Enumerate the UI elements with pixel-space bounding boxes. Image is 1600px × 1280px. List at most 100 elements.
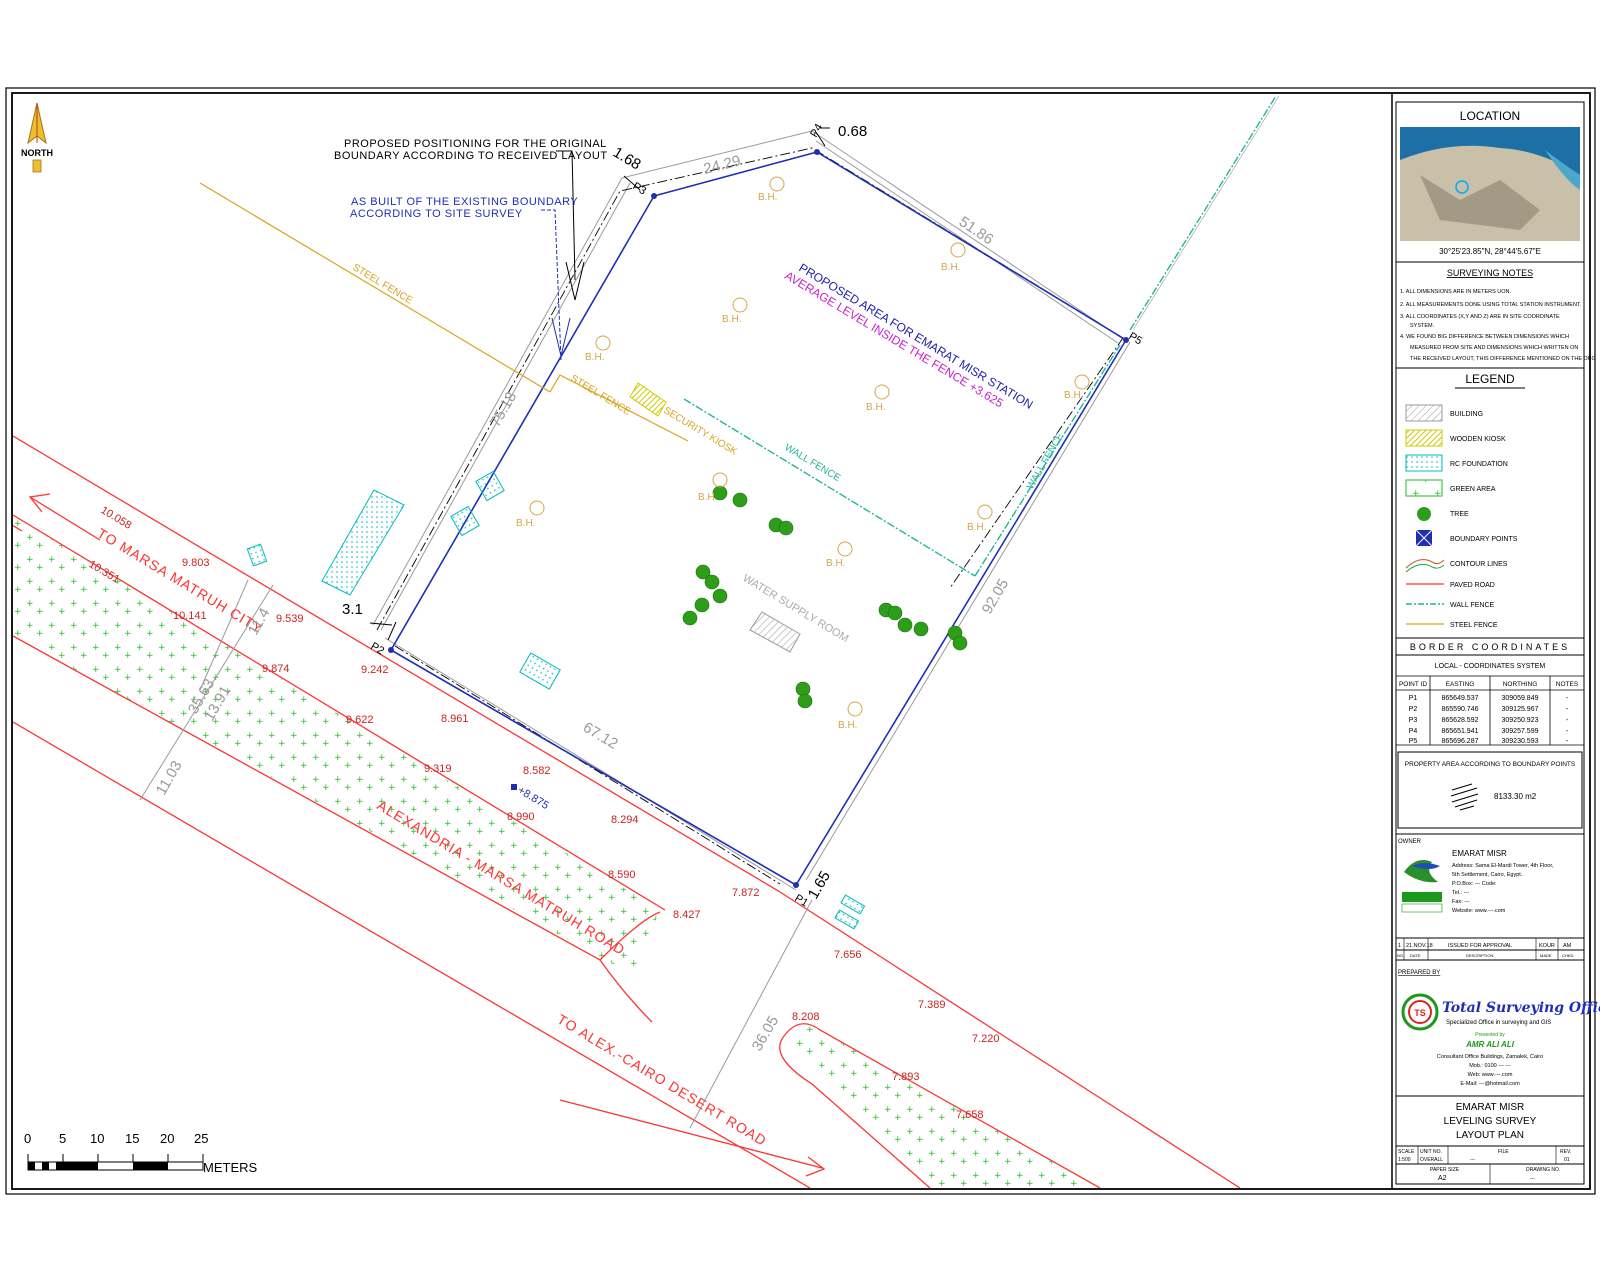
legend-green-swatch (1405, 479, 1443, 497)
meta-value: --- (1470, 1157, 1475, 1163)
dim-67-12: 67.12 (580, 719, 621, 753)
engineer-prefix: Presented by (1475, 1032, 1505, 1038)
scale-tick-label: 0 (24, 1131, 31, 1146)
security-kiosk-label: SECURITY KIOSK (661, 405, 739, 458)
revision-header: CHKD (1562, 953, 1573, 958)
meta-header: UNIT NO. (1420, 1149, 1442, 1155)
wall-fence (683, 95, 1277, 577)
dim-11-03: 11.03 (153, 758, 186, 798)
meta-header: SCALE (1398, 1149, 1415, 1155)
border-cell: 309125.967 (1502, 706, 1539, 713)
north-arrow-icon (27, 102, 47, 173)
north-label: NORTH (21, 148, 53, 158)
bh-label: B.H. (866, 402, 885, 413)
revision-cell: 1 (1398, 943, 1401, 949)
owner-line: 5th Settlement, Cairo, Egypt. (1452, 872, 1523, 878)
owner-line: Address: Sama El-Mardi Tower, 4th Floor, (1452, 863, 1554, 869)
level-value: 8.294 (611, 814, 639, 826)
revision-header: MADE (1540, 953, 1552, 958)
note-line: MEASURED FROM SITE AND DIMENSIONS WHICH … (1410, 345, 1578, 351)
company-line: Web: www.---.com (1468, 1072, 1513, 1078)
surveying-notes-title: SURVEYING NOTES (1447, 268, 1533, 278)
dim-11-4: 11.4 (245, 605, 274, 638)
proposed-area-label: PROPOSED AREA FOR EMARAT MISR STATION (796, 261, 1035, 412)
bh-label: B.H. (1064, 390, 1083, 401)
company-line: Consultant Office Buildings, Zamalek, Ca… (1437, 1054, 1543, 1060)
level-value: 8.990 (507, 811, 535, 823)
legend-label: BUILDING (1450, 411, 1483, 418)
level-value: 7.220 (972, 1033, 1000, 1045)
dim-1-68: 1.68 (610, 144, 644, 174)
note-line: SYSTEM. (1410, 323, 1435, 329)
legend-title: LEGEND (1465, 372, 1515, 386)
bh-label: B.H. (941, 262, 960, 273)
point-label-p5: P5 (1126, 330, 1144, 347)
note-line: THE RECEIVED LAYOUT, THIS DIFFERENCE MEN… (1410, 356, 1596, 362)
level-value: 7.893 (892, 1071, 920, 1083)
owner-logo (1401, 859, 1443, 913)
level-value: 9.242 (361, 664, 389, 676)
legend-rc-swatch (1405, 454, 1443, 472)
level-value: 8.582 (523, 765, 551, 777)
scale-tick-label: 5 (59, 1131, 66, 1146)
water-supply-room (749, 611, 801, 653)
owner-name: EMARAT MISR (1452, 849, 1507, 858)
location-coordinates: 30°25'23.85"N, 28°44'5.67"E (1439, 247, 1541, 256)
legend-kiosk-swatch (1405, 429, 1443, 447)
level-value: 8.590 (608, 869, 636, 881)
plan-drawing: PROPOSED POSITIONING FOR THE ORIGINAL BO… (13, 95, 1280, 1188)
border-cell: P3 (1409, 717, 1418, 724)
note-line: 1. ALL DIMENSIONS ARE IN METERS UON. (1400, 289, 1512, 295)
border-cell: 865649.537 (1442, 695, 1479, 702)
steel-fence-label-1: STEEL FENCE (350, 262, 414, 307)
location-title: LOCATION (1460, 109, 1520, 123)
dim-92-05: 92.05 (979, 576, 1012, 617)
dim-51-86: 51.86 (956, 213, 997, 248)
border-cell: - (1566, 717, 1569, 724)
company-line: E-Mail: ---@hotmail.com (1460, 1081, 1520, 1087)
legend-boundary-point-icon (1415, 529, 1433, 547)
legend-building-swatch (1405, 404, 1443, 422)
legend-tree-icon (1417, 507, 1431, 521)
border-header: EASTING (1446, 681, 1475, 688)
scale-tick-label: 15 (125, 1131, 139, 1146)
point-label-p2: P2 (368, 640, 386, 657)
green-area-south (784, 1026, 1100, 1188)
dim-3-1: 3.1 (342, 601, 363, 618)
bh-label: B.H. (698, 492, 717, 503)
owner-line: Website: www.---.com (1452, 908, 1506, 914)
location-map-image (1400, 127, 1580, 241)
outer-frame (5, 87, 1596, 1195)
note-line: 2. ALL MEASUREMENTS DONE USING TOTAL STA… (1400, 302, 1582, 308)
level-value: 9.874 (262, 663, 290, 675)
bh-label: B.H. (585, 352, 604, 363)
legend-contour-icon (1405, 558, 1445, 569)
bh-label: B.H. (826, 558, 845, 569)
border-cell: 865590.746 (1442, 706, 1479, 713)
border-coordinates-title: BORDER COORDINATES (1410, 642, 1570, 652)
point-label-p3: P3 (630, 180, 648, 197)
legend-label: WOODEN KIOSK (1450, 436, 1506, 443)
revision-cell: ISSUED FOR APPROVAL (1448, 943, 1512, 949)
survey-drawing-sheet: + + (5, 87, 1600, 1195)
owner-line: P.O.Box: --- Code: (1452, 881, 1497, 887)
bh-label: B.H. (758, 192, 777, 203)
project-title-3: LAYOUT PLAN (1456, 1130, 1524, 1141)
owner-label: OWNER (1398, 839, 1422, 845)
legend-label: PAVED ROAD (1450, 582, 1495, 589)
legend-label: STEEL FENCE (1450, 622, 1498, 629)
meta-value: OVERALL (1420, 1157, 1443, 1163)
level-value: 7.658 (956, 1109, 984, 1121)
legend-label: CONTOUR LINES (1450, 561, 1508, 568)
level-value: 9.803 (182, 557, 210, 569)
company-name: Total Surveying Office (1442, 1000, 1600, 1016)
property-area-title: PROPERTY AREA ACCORDING TO BOUNDARY POIN… (1405, 761, 1576, 768)
border-cell: 865651.941 (1442, 728, 1479, 735)
level-value: 9.622 (346, 714, 374, 726)
legend-label: GREEN AREA (1450, 486, 1496, 493)
note-proposed-boundary-1: PROPOSED POSITIONING FOR THE ORIGINAL (344, 138, 607, 150)
note-as-built-1: AS BUILT OF THE EXISTING BOUNDARY (351, 196, 578, 208)
scale-tick-label: 25 (194, 1131, 208, 1146)
project-title-2: LEVELING SURVEY (1444, 1116, 1537, 1127)
revision-header: DESCRIPTION (1466, 953, 1493, 958)
